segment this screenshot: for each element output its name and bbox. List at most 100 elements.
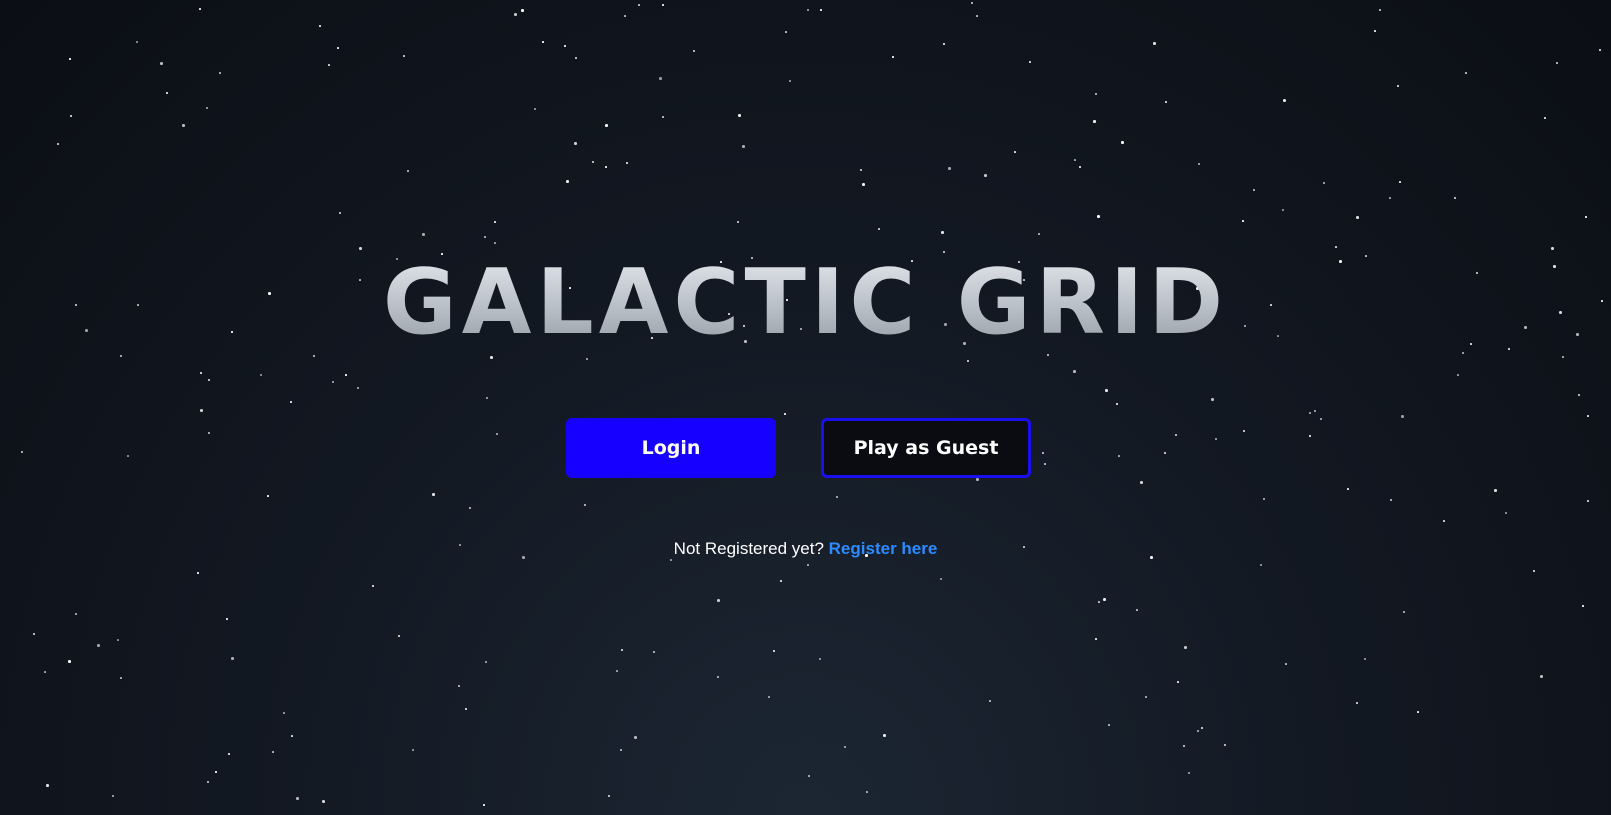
star <box>112 795 114 797</box>
star <box>1153 42 1156 45</box>
star <box>272 751 274 753</box>
star <box>1183 745 1185 747</box>
star <box>97 644 100 647</box>
star <box>291 735 293 737</box>
star <box>483 804 485 806</box>
star <box>860 169 862 171</box>
star <box>319 25 321 27</box>
star <box>75 613 77 615</box>
register-prompt-text: Not Registered yet? <box>673 539 824 558</box>
star <box>1188 772 1190 774</box>
star <box>1533 570 1535 572</box>
star <box>836 496 838 498</box>
star <box>1263 498 1265 500</box>
star <box>1029 61 1031 63</box>
star <box>1309 412 1311 414</box>
star <box>1282 209 1284 211</box>
star <box>208 379 210 381</box>
star <box>412 749 414 751</box>
star <box>1253 189 1255 191</box>
star <box>892 56 894 58</box>
star <box>469 507 471 509</box>
star <box>1390 499 1392 501</box>
star <box>332 381 334 383</box>
star <box>422 233 425 236</box>
star <box>1201 727 1203 729</box>
star <box>742 145 745 148</box>
star <box>1403 611 1405 613</box>
star <box>136 41 138 43</box>
star <box>160 62 163 65</box>
star <box>357 387 359 389</box>
star <box>127 455 129 457</box>
star <box>1175 434 1177 436</box>
star <box>976 15 978 17</box>
star <box>197 572 199 574</box>
star <box>1211 398 1214 401</box>
star <box>200 409 203 412</box>
star <box>322 800 325 803</box>
star <box>717 599 720 602</box>
star <box>486 397 488 399</box>
star <box>785 31 787 33</box>
login-button[interactable]: Login <box>566 418 776 478</box>
star <box>1105 389 1108 392</box>
star <box>807 564 809 566</box>
star <box>717 676 719 678</box>
star <box>1093 120 1096 123</box>
star <box>70 115 72 117</box>
star <box>807 9 809 11</box>
star <box>575 57 577 59</box>
star <box>465 708 467 710</box>
star <box>1224 744 1226 746</box>
star <box>1454 197 1456 199</box>
star <box>566 180 569 183</box>
star <box>820 9 822 11</box>
star <box>866 791 868 793</box>
star <box>738 114 741 117</box>
star <box>1014 151 1016 153</box>
star <box>120 677 122 679</box>
star <box>1323 182 1325 184</box>
star <box>166 92 168 94</box>
star <box>1374 30 1376 32</box>
star <box>228 753 230 755</box>
register-link[interactable]: Register here <box>829 539 938 558</box>
star <box>1197 730 1199 732</box>
star <box>1260 564 1262 566</box>
star <box>182 124 185 127</box>
star <box>458 685 460 687</box>
star <box>1095 93 1097 95</box>
star <box>1457 374 1459 376</box>
star <box>534 108 536 110</box>
star <box>634 736 637 739</box>
star <box>1121 141 1124 144</box>
star <box>231 657 234 660</box>
star <box>267 495 269 497</box>
star <box>206 107 208 109</box>
star <box>608 795 610 797</box>
star <box>971 2 973 4</box>
star <box>789 80 791 82</box>
star <box>1198 163 1200 165</box>
star <box>290 401 292 403</box>
star <box>432 493 435 496</box>
star <box>1585 216 1587 218</box>
star <box>1242 220 1244 222</box>
star <box>878 228 880 230</box>
star <box>592 161 594 163</box>
star <box>1098 601 1100 603</box>
star <box>1243 430 1245 432</box>
star <box>1145 696 1147 698</box>
star <box>117 639 119 641</box>
star <box>1118 455 1120 457</box>
star <box>1074 159 1076 161</box>
play-as-guest-button[interactable]: Play as Guest <box>821 418 1031 478</box>
star <box>1417 711 1419 713</box>
star <box>339 212 341 214</box>
star <box>494 242 496 244</box>
star <box>1397 85 1399 87</box>
star <box>1505 512 1507 514</box>
star <box>1309 435 1311 437</box>
star <box>659 77 662 80</box>
